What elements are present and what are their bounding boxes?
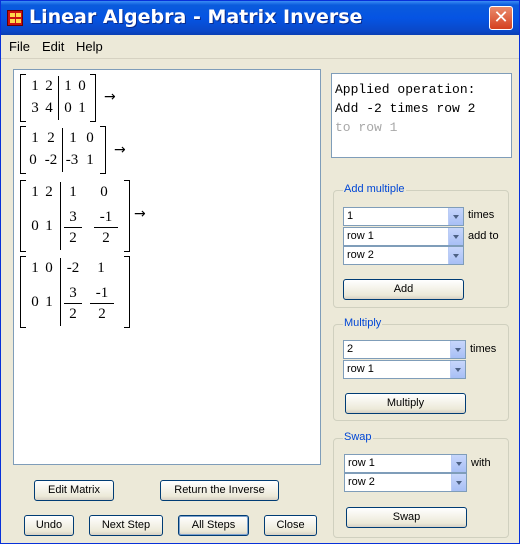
matrix-step-4: 1 0 -2 1 0 1 32 -1 2 (20, 256, 140, 330)
times-label: times (468, 209, 495, 221)
arrow-icon: → (104, 89, 116, 105)
fraction-numerator: -1 (99, 209, 113, 225)
operation-line-3: to row 1 (335, 120, 398, 135)
app-window: Linear Algebra - Matrix Inverse ✕ File E… (0, 0, 520, 544)
matrix-cell: 1 (31, 260, 39, 276)
chevron-down-icon[interactable] (450, 341, 465, 358)
matrix-cell: 0 (100, 184, 108, 200)
matrix-cell-fraction: -1 2 (94, 208, 118, 247)
matrix-cell: 4 (45, 100, 53, 116)
matrix-cell: 0 (31, 294, 39, 310)
swap-row-a-select[interactable]: row 1 (344, 454, 467, 473)
add-multiple-label: Add multiple (343, 183, 406, 195)
fraction-bar (64, 303, 82, 304)
multiply-label: Multiply (343, 317, 383, 329)
fraction-numerator: -1 (95, 285, 109, 301)
add-button[interactable]: Add (343, 279, 464, 300)
times-label: times (470, 343, 497, 355)
matrix-cell: 1 (86, 152, 94, 168)
matrix-cell-fraction: 32 (64, 208, 82, 247)
matrix-cell-fraction: 32 (64, 284, 82, 323)
close-button[interactable]: Close (264, 515, 317, 536)
matrix-steps-pane: 1 2 1 0 3 4 0 1 → 1 2 1 0 0 -2 -3 1 → 1 … (13, 69, 321, 465)
matrix-cell: 1 (69, 130, 77, 146)
chevron-down-icon[interactable] (448, 247, 463, 264)
title-bar[interactable]: Linear Algebra - Matrix Inverse ✕ (1, 1, 519, 35)
matrix-cell: 0 (29, 152, 37, 168)
matrix-cell: -2 (44, 152, 58, 168)
chevron-down-icon[interactable] (448, 228, 463, 245)
chevron-down-icon[interactable] (448, 208, 463, 225)
undo-button[interactable]: Undo (24, 515, 74, 536)
matrix-cell: 1 (45, 218, 53, 234)
operation-line-2: Add -2 times row 2 (335, 101, 476, 116)
matrix-cell: 1 (31, 130, 39, 146)
add-target-row-select[interactable]: row 2 (343, 246, 464, 265)
matrix-cell: 1 (78, 100, 86, 116)
matrix-step-2: 1 2 1 0 0 -2 -3 1 (20, 126, 120, 176)
fraction-denominator: 2 (69, 306, 77, 322)
matrix-cell: 1 (31, 184, 39, 200)
matrix-cell: -3 (65, 152, 79, 168)
menu-bar: File Edit Help (1, 35, 519, 59)
menu-file[interactable]: File (9, 39, 30, 54)
matrix-cell: 0 (31, 218, 39, 234)
matrix-cell: 1 (97, 260, 105, 276)
fraction-bar (64, 227, 82, 228)
fraction-bar (94, 227, 118, 228)
matrix-cell: 1 (45, 294, 53, 310)
multiply-row-select[interactable]: row 1 (343, 360, 466, 379)
applied-operation-text: Applied operation: Add -2 times row 2 to… (331, 73, 512, 158)
all-steps-button[interactable]: All Steps (178, 515, 249, 536)
matrix-cell: 2 (45, 78, 53, 94)
menu-help[interactable]: Help (76, 39, 103, 54)
chevron-down-icon[interactable] (451, 455, 466, 472)
chevron-down-icon[interactable] (450, 361, 465, 378)
matrix-cell: 3 (31, 100, 39, 116)
matrix-cell: 1 (69, 184, 77, 200)
matrix-cell: 1 (31, 78, 39, 94)
matrix-cell: 1 (64, 78, 72, 94)
arrow-icon: → (114, 142, 126, 158)
matrix-cell: 0 (45, 260, 53, 276)
edit-matrix-button[interactable]: Edit Matrix (34, 480, 114, 501)
matrix-cell: 2 (47, 130, 55, 146)
matrix-step-3: 1 2 1 0 0 1 32 -1 2 (20, 180, 140, 254)
matrix-cell: 0 (86, 130, 94, 146)
window-title: Linear Algebra - Matrix Inverse (29, 6, 363, 28)
operation-line-1: Applied operation: (335, 82, 476, 97)
multiply-value-select[interactable]: 2 (343, 340, 466, 359)
fraction-denominator: 2 (69, 230, 77, 246)
swap-button[interactable]: Swap (346, 507, 467, 528)
fraction-denominator: 2 (98, 306, 106, 322)
matrix-cell-fraction: -1 2 (90, 284, 114, 323)
fraction-numerator: 3 (69, 285, 77, 301)
next-step-button[interactable]: Next Step (89, 515, 163, 536)
close-icon[interactable]: ✕ (489, 6, 513, 30)
fraction-bar (90, 303, 114, 304)
multiply-button[interactable]: Multiply (345, 393, 466, 414)
app-icon (7, 10, 23, 26)
matrix-cell: 0 (64, 100, 72, 116)
arrow-icon: → (134, 206, 146, 222)
menu-edit[interactable]: Edit (42, 39, 64, 54)
matrix-cell: -2 (66, 260, 80, 276)
fraction-denominator: 2 (102, 230, 110, 246)
add-multiplier-select[interactable]: 1 (343, 207, 464, 226)
add-source-row-select[interactable]: row 1 (343, 227, 464, 246)
chevron-down-icon[interactable] (451, 474, 466, 491)
return-inverse-button[interactable]: Return the Inverse (160, 480, 279, 501)
swap-label: Swap (343, 431, 373, 443)
matrix-cell: 2 (45, 184, 53, 200)
matrix-cell: 0 (78, 78, 86, 94)
with-label: with (471, 457, 491, 469)
add-to-label: add to (468, 230, 499, 242)
swap-row-b-select[interactable]: row 2 (344, 473, 467, 492)
fraction-numerator: 3 (69, 209, 77, 225)
